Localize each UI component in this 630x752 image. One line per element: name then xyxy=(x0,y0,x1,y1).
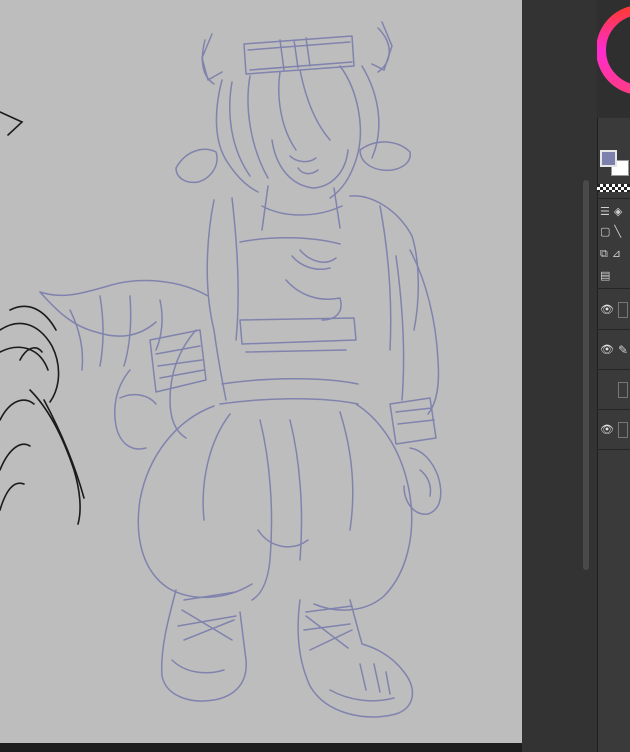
layer-item[interactable]: 👁 xyxy=(597,410,630,450)
layer-stack-icon[interactable]: ◈ xyxy=(614,206,622,218)
layer-toolbar-row-3: ⧉ ⊿ xyxy=(597,244,630,264)
panel-divider xyxy=(597,288,630,289)
ruler-icon[interactable]: ⊿ xyxy=(612,248,621,260)
canvas-status-bar xyxy=(0,743,522,752)
layer-thumbnail xyxy=(618,301,628,318)
layer-thumbnail xyxy=(618,381,628,398)
copy-icon[interactable]: ⧉ xyxy=(600,248,608,260)
layer-toolbar-row-2: ▢ ╲ xyxy=(597,222,630,242)
color-wheel-ring xyxy=(597,6,630,94)
eye-icon[interactable]: 👁 xyxy=(600,423,614,436)
layer-item[interactable]: 👁 ✎ xyxy=(597,330,630,370)
layer-scrollbar[interactable] xyxy=(583,180,589,570)
menu-icon[interactable]: ☰ xyxy=(600,206,610,218)
layer-item[interactable]: 👁 xyxy=(597,370,630,410)
color-wheel[interactable] xyxy=(597,0,630,118)
rectangle-select-icon[interactable]: ▢ xyxy=(600,226,610,238)
panel-divider xyxy=(597,198,630,199)
color-swatches[interactable] xyxy=(597,146,630,180)
sketch-artwork xyxy=(0,21,442,718)
layer-item[interactable]: 👁 xyxy=(597,290,630,330)
layer-toolbar-row-1: ☰ ◈ xyxy=(597,202,630,222)
layer-toolbar-row-4: ▤ xyxy=(597,266,630,286)
eye-icon[interactable]: 👁 xyxy=(600,343,614,356)
pen-icon[interactable]: ╲ xyxy=(614,226,621,238)
eye-off-icon[interactable]: 👁 xyxy=(600,383,612,396)
eye-icon[interactable]: 👁 xyxy=(600,303,614,316)
transparent-color-swatch[interactable] xyxy=(597,184,630,192)
drawing-canvas[interactable] xyxy=(0,0,522,743)
main-color-swatch[interactable] xyxy=(600,150,617,167)
layer-props-icon[interactable]: ▤ xyxy=(600,270,610,282)
layer-thumbnail xyxy=(618,421,628,438)
vector-pen-icon: ✎ xyxy=(618,342,629,357)
